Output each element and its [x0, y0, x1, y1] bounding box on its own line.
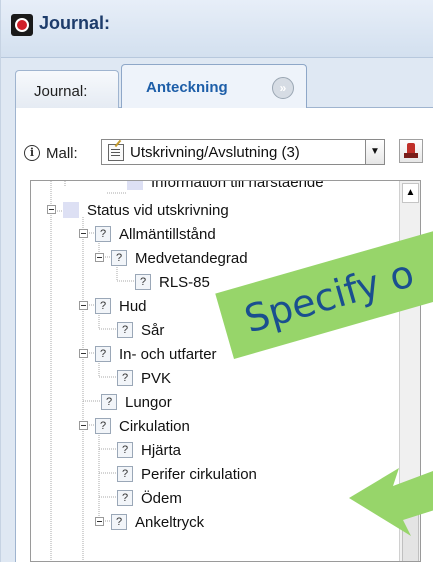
collapse-toggle-icon[interactable] — [79, 301, 88, 310]
tree-node-label: Ankeltryck — [135, 514, 205, 531]
template-icon — [108, 144, 124, 161]
tree-node-label: RLS-85 — [159, 274, 210, 291]
journal-window: Journal: Journal: Anteckning » i Mall: U… — [0, 0, 433, 562]
tab-close-icon[interactable]: » — [272, 77, 294, 99]
window-title: Journal: — [39, 13, 111, 33]
green-arrow-icon — [349, 468, 433, 536]
scroll-up-icon[interactable]: ▲ — [402, 183, 419, 203]
info-icon[interactable]: i — [24, 145, 40, 161]
stamp-button[interactable] — [399, 139, 423, 163]
question-icon: ? — [117, 490, 133, 506]
tree-node-label: In- och utfarter — [119, 346, 217, 363]
tab-anteckning[interactable]: Anteckning » — [121, 64, 307, 109]
question-icon: ? — [111, 514, 127, 530]
tab-anteckning-label: Anteckning — [146, 79, 228, 96]
question-icon: ? — [117, 442, 133, 458]
tree-node-label: Information till närstående — [151, 180, 324, 191]
question-icon: ? — [95, 226, 111, 242]
collapse-toggle-icon[interactable] — [95, 253, 104, 262]
collapse-toggle-icon[interactable] — [95, 517, 104, 526]
collapse-toggle-icon[interactable] — [79, 229, 88, 238]
tree-node-label: Hud — [119, 298, 147, 315]
tree-node-label: Perifer cirkulation — [141, 466, 257, 483]
app-logo-icon — [11, 14, 33, 36]
tree-node-label: PVK — [141, 370, 172, 387]
dropdown-arrow-icon[interactable]: ▼ — [365, 139, 385, 165]
tree-node-label: Medvetandegrad — [135, 250, 248, 267]
question-icon: ? — [101, 394, 117, 410]
tree-node-label: Lungor — [125, 394, 172, 411]
title-bar: Journal: — [1, 0, 433, 58]
collapse-toggle-icon[interactable] — [79, 421, 88, 430]
question-icon: ? — [117, 370, 133, 386]
tree-node-label: Status vid utskrivning — [87, 202, 229, 219]
tree-node-label: Cirkulation — [119, 418, 190, 435]
tab-journal[interactable]: Journal: — [15, 70, 119, 108]
mall-row: i Mall: Utskrivning/Avslutning (3) ▼ — [16, 108, 433, 180]
question-icon: ? — [95, 346, 111, 362]
question-icon: ? — [135, 274, 151, 290]
mall-select-value: Utskrivning/Avslutning (3) — [130, 144, 300, 161]
mall-select[interactable]: Utskrivning/Avslutning (3) ▼ — [101, 139, 385, 165]
tab-journal-label: Journal: — [34, 83, 88, 100]
node-square-icon — [63, 202, 79, 218]
question-icon: ? — [95, 418, 111, 434]
tab-strip: Journal: Anteckning » — [15, 64, 433, 109]
tree-node-label: Ödem — [141, 490, 182, 507]
collapse-toggle-icon[interactable] — [79, 349, 88, 358]
mall-label: Mall: — [46, 145, 78, 162]
pointer-arrow — [341, 428, 433, 538]
question-icon: ? — [117, 466, 133, 482]
node-square-icon — [127, 181, 143, 190]
question-icon: ? — [117, 322, 133, 338]
collapse-toggle-icon[interactable] — [47, 205, 56, 214]
tree-node-label: Allmäntillstånd — [119, 226, 216, 243]
tree-node-label: Hjärta — [141, 442, 182, 459]
tree-node-label: Sår — [141, 322, 165, 339]
question-icon: ? — [95, 298, 111, 314]
question-icon: ? — [111, 250, 127, 266]
